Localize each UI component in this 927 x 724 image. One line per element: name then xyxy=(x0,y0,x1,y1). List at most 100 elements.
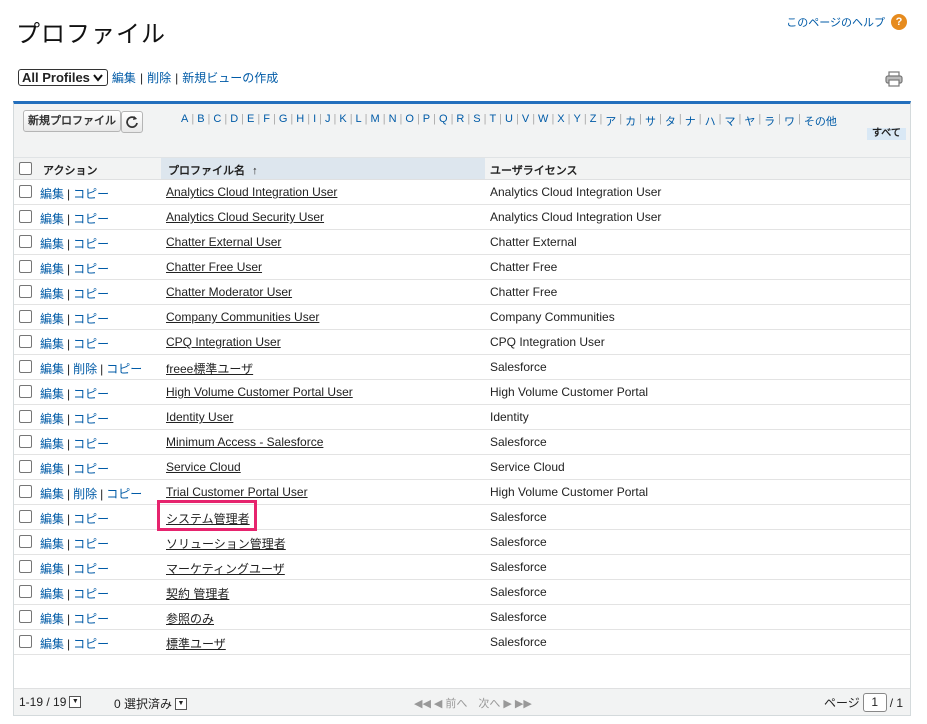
edit-link[interactable]: 編集 xyxy=(40,537,64,551)
profile-name-link[interactable]: Analytics Cloud Integration User xyxy=(166,185,337,199)
alphabet-letter[interactable]: Z xyxy=(587,113,600,129)
alphabet-letter[interactable]: C xyxy=(210,113,224,129)
range-dropdown-icon[interactable]: ▼ xyxy=(69,696,82,708)
edit-link[interactable]: 編集 xyxy=(40,437,64,451)
alphabet-letter[interactable]: T xyxy=(486,113,499,129)
row-checkbox[interactable] xyxy=(19,360,32,373)
select-all-checkbox[interactable] xyxy=(19,162,32,175)
help-link[interactable]: このページのヘルプ xyxy=(786,14,885,30)
alphabet-letter[interactable]: ヤ xyxy=(741,113,758,129)
profile-name-link[interactable]: Service Cloud xyxy=(166,460,241,474)
edit-link[interactable]: 編集 xyxy=(40,412,64,426)
profile-name-link[interactable]: 契約 管理者 xyxy=(166,585,229,602)
row-checkbox[interactable] xyxy=(19,410,32,423)
copy-link[interactable]: コピー xyxy=(73,262,109,276)
alphabet-letter[interactable]: ア xyxy=(602,113,619,129)
alphabet-letter[interactable]: Y xyxy=(571,113,584,129)
edit-link[interactable]: 編集 xyxy=(40,487,64,501)
row-checkbox[interactable] xyxy=(19,185,32,198)
edit-link[interactable]: 編集 xyxy=(40,587,64,601)
edit-link[interactable]: 編集 xyxy=(40,387,64,401)
copy-link[interactable]: コピー xyxy=(73,512,109,526)
profile-name-link[interactable]: freee標準ユーザ xyxy=(166,360,253,377)
profile-name-link[interactable]: Company Communities User xyxy=(166,310,319,324)
profile-name-link[interactable]: Analytics Cloud Security User xyxy=(166,210,324,224)
alphabet-letter[interactable]: タ xyxy=(662,113,679,129)
alphabet-letter[interactable]: G xyxy=(276,113,291,129)
copy-link[interactable]: コピー xyxy=(73,462,109,476)
edit-link[interactable]: 編集 xyxy=(40,212,64,226)
row-checkbox[interactable] xyxy=(19,610,32,623)
alphabet-letter[interactable]: L xyxy=(353,113,365,129)
alphabet-letter[interactable]: ラ xyxy=(761,113,778,129)
profile-name-link[interactable]: 参照のみ xyxy=(166,610,214,627)
column-license[interactable]: ユーザライセンス xyxy=(490,162,578,178)
edit-link[interactable]: 編集 xyxy=(40,262,64,276)
alphabet-letter[interactable]: S xyxy=(470,113,483,129)
column-profile-name[interactable]: プロファイル名 ↑ xyxy=(168,162,258,178)
profile-name-link[interactable]: Minimum Access - Salesforce xyxy=(166,435,323,449)
alphabet-letter[interactable]: サ xyxy=(642,113,659,129)
alphabet-letter[interactable]: D xyxy=(227,113,241,129)
alphabet-letter[interactable]: U xyxy=(502,113,516,129)
row-checkbox[interactable] xyxy=(19,260,32,273)
alphabet-letter[interactable]: X xyxy=(554,113,567,129)
row-checkbox[interactable] xyxy=(19,485,32,498)
alphabet-letter[interactable]: R xyxy=(453,113,467,129)
row-checkbox[interactable] xyxy=(19,210,32,223)
alphabet-letter[interactable]: N xyxy=(386,113,400,129)
row-checkbox[interactable] xyxy=(19,535,32,548)
new-view-link[interactable]: 新規ビューの作成 xyxy=(182,69,278,86)
printer-icon[interactable] xyxy=(885,71,903,87)
row-checkbox[interactable] xyxy=(19,635,32,648)
copy-link[interactable]: コピー xyxy=(106,362,142,376)
copy-link[interactable]: コピー xyxy=(73,337,109,351)
alphabet-letter[interactable]: H xyxy=(293,113,307,129)
alphabet-letter[interactable]: その他 xyxy=(801,113,840,129)
edit-link[interactable]: 編集 xyxy=(40,237,64,251)
edit-link[interactable]: 編集 xyxy=(40,287,64,301)
copy-link[interactable]: コピー xyxy=(73,412,109,426)
alphabet-letter[interactable]: O xyxy=(402,113,417,129)
profile-name-link[interactable]: Trial Customer Portal User xyxy=(166,485,308,499)
page-number-input[interactable]: 1 xyxy=(862,693,887,712)
row-checkbox[interactable] xyxy=(19,335,32,348)
profile-name-link[interactable]: Chatter External User xyxy=(166,235,281,249)
copy-link[interactable]: コピー xyxy=(73,312,109,326)
row-checkbox[interactable] xyxy=(19,235,32,248)
selected-dropdown-icon[interactable]: ▼ xyxy=(175,697,188,710)
profile-name-link[interactable]: CPQ Integration User xyxy=(166,335,281,349)
copy-link[interactable]: コピー xyxy=(106,487,142,501)
alphabet-letter[interactable]: ワ xyxy=(781,113,798,129)
alphabet-letter[interactable]: W xyxy=(535,113,551,129)
copy-link[interactable]: コピー xyxy=(73,437,109,451)
copy-link[interactable]: コピー xyxy=(73,287,109,301)
edit-link[interactable]: 編集 xyxy=(40,187,64,201)
row-checkbox[interactable] xyxy=(19,510,32,523)
copy-link[interactable]: コピー xyxy=(73,587,109,601)
alphabet-letter[interactable]: B xyxy=(194,113,207,129)
alphabet-letter[interactable]: J xyxy=(322,113,334,129)
alphabet-letter[interactable]: V xyxy=(519,113,532,129)
delete-link[interactable]: 削除 xyxy=(73,362,97,376)
alphabet-letter[interactable]: M xyxy=(368,113,383,129)
edit-link[interactable]: 編集 xyxy=(40,637,64,651)
edit-link[interactable]: 編集 xyxy=(40,512,64,526)
row-checkbox[interactable] xyxy=(19,585,32,598)
copy-link[interactable]: コピー xyxy=(73,212,109,226)
row-checkbox[interactable] xyxy=(19,560,32,573)
edit-link[interactable]: 編集 xyxy=(40,562,64,576)
view-edit-link[interactable]: 編集 xyxy=(112,69,136,86)
profile-name-link[interactable]: Identity User xyxy=(166,410,233,424)
profile-name-link[interactable]: マーケティングユーザ xyxy=(166,560,285,577)
profile-name-link[interactable]: Chatter Free User xyxy=(166,260,262,274)
alphabet-letter[interactable]: F xyxy=(260,113,273,129)
profile-name-link[interactable]: ソリューション管理者 xyxy=(166,535,286,552)
alphabet-letter[interactable]: Q xyxy=(436,113,451,129)
copy-link[interactable]: コピー xyxy=(73,537,109,551)
row-checkbox[interactable] xyxy=(19,385,32,398)
copy-link[interactable]: コピー xyxy=(73,562,109,576)
profile-name-link[interactable]: High Volume Customer Portal User xyxy=(166,385,353,399)
edit-link[interactable]: 編集 xyxy=(40,312,64,326)
profile-name-link[interactable]: Chatter Moderator User xyxy=(166,285,292,299)
